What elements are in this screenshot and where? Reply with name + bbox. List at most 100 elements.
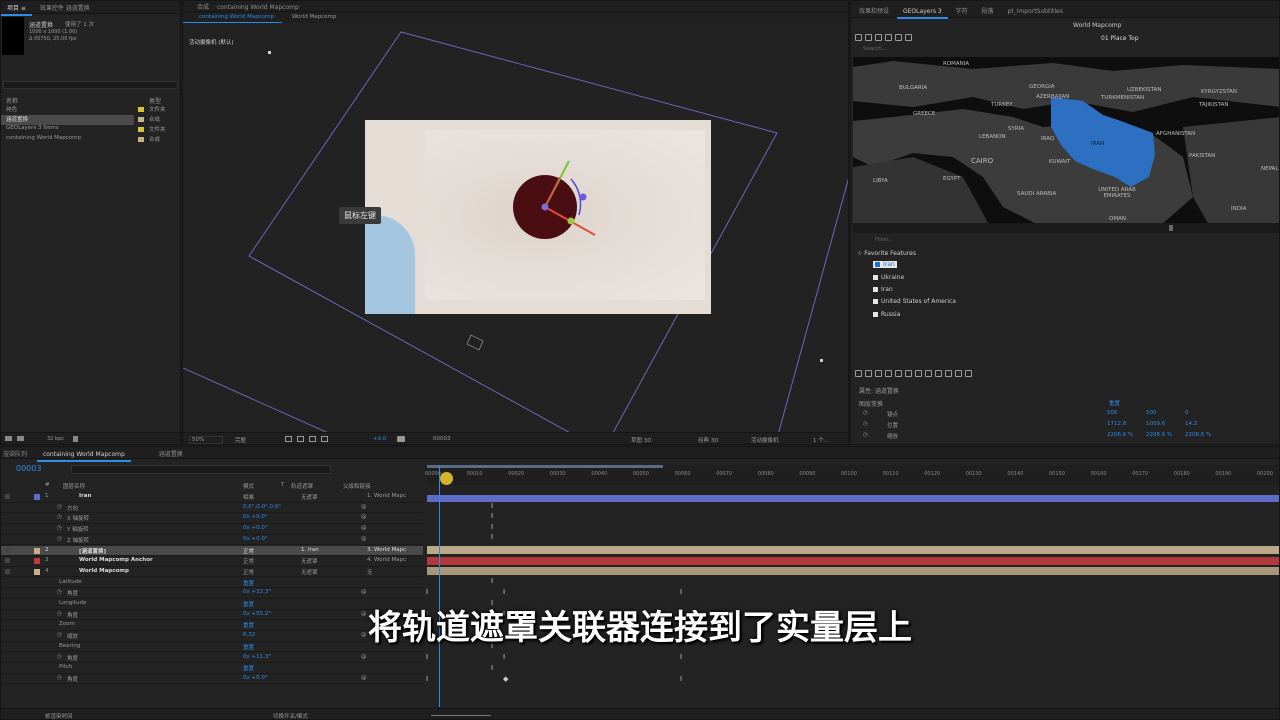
track-matte-select[interactable]: 无遮罩 <box>301 568 318 576</box>
group-label[interactable]: Pitch <box>59 664 72 670</box>
stopwatch-icon[interactable]: ◷ <box>57 525 62 531</box>
checkbox[interactable] <box>873 312 878 317</box>
quality-select[interactable]: 完整 <box>233 436 273 444</box>
eye-icon[interactable] <box>5 547 10 553</box>
target-icon[interactable] <box>945 370 952 377</box>
folder-icon[interactable] <box>5 436 12 441</box>
keyframe[interactable]: I <box>680 588 682 596</box>
prop-value[interactable]: 500 <box>1146 410 1157 416</box>
tab-effect-controls[interactable]: 效果控件 涵道置换 <box>34 1 96 14</box>
layer-name[interactable]: World Mapcomp Anchor <box>79 557 153 563</box>
layers-icon[interactable] <box>935 370 942 377</box>
composition-icon[interactable] <box>17 436 24 441</box>
mode-select[interactable]: 正常 <box>243 568 254 576</box>
property-row[interactable]: ◷ 角度 0x +0.0° @ <box>1 674 423 685</box>
layer-bar[interactable] <box>427 567 1279 575</box>
expression-icon[interactable]: @ <box>361 589 367 595</box>
favorite-item[interactable]: Ukraine <box>873 274 904 281</box>
exposure-value[interactable]: +0.0 <box>373 436 386 442</box>
layer-bar[interactable] <box>427 495 1279 502</box>
expression-icon[interactable]: @ <box>361 675 367 681</box>
keyframe[interactable]: I <box>491 533 493 541</box>
stopwatch-icon[interactable]: ◷ <box>57 504 62 510</box>
property-value[interactable]: 0x +0.0° <box>243 514 268 520</box>
props-reset[interactable]: 重置 <box>1109 399 1120 407</box>
prop-value[interactable]: 2206.6 % <box>1146 432 1172 438</box>
property-value[interactable]: 0.0°,0.0°,0.0° <box>243 504 281 510</box>
label-swatch[interactable] <box>34 558 40 565</box>
layer-bar[interactable] <box>427 557 1279 565</box>
label-swatch[interactable] <box>34 568 40 575</box>
layer-row[interactable]: 3 World Mapcomp Anchor 正常 无遮罩 4. World Mapc <box>1 556 423 567</box>
grid-icon[interactable] <box>285 436 292 442</box>
property-row[interactable]: ◷ Z 轴旋转 0x +0.0° @ <box>1 535 423 546</box>
stopwatch-icon[interactable]: ◷ <box>57 589 62 595</box>
views-select[interactable]: 1 个... <box>813 436 829 444</box>
keyframe[interactable]: I <box>491 512 493 520</box>
keyframe[interactable]: I <box>491 502 493 510</box>
property-value[interactable]: 0x +32.3° <box>243 589 271 595</box>
track-matte-select[interactable]: 无遮罩 <box>301 557 318 565</box>
reset-link[interactable]: 重置 <box>243 579 254 587</box>
parent-select[interactable]: 无 <box>367 568 373 576</box>
shape-icon[interactable] <box>875 370 882 377</box>
prop-value[interactable]: 0 <box>1185 410 1189 416</box>
bpc-label[interactable]: 32 bpc <box>47 436 64 442</box>
project-search-input[interactable] <box>3 81 178 89</box>
keyframe[interactable]: I <box>491 523 493 531</box>
tab-world-mapcomp[interactable]: World Mapcomp <box>284 12 344 22</box>
prop-value[interactable]: 2206.6 % <box>1107 432 1133 438</box>
stopwatch-icon[interactable]: ◷ <box>863 410 868 416</box>
layer-row[interactable]: 1 Iran 相乘 无遮罩 1. World Mapc <box>1 492 423 503</box>
group-label[interactable]: Latitude <box>59 579 82 585</box>
keyframe[interactable]: I <box>680 675 682 683</box>
zoom-slider[interactable] <box>431 715 491 716</box>
frame-icon[interactable] <box>855 370 862 377</box>
layer-row[interactable]: 2 [涵道置换] 正常 1. Iran 3. World Mapc <box>1 545 423 556</box>
comp-title-active[interactable]: containing World Mapcomp <box>215 3 301 12</box>
eye-icon[interactable] <box>5 568 10 574</box>
eye-icon[interactable] <box>5 558 10 564</box>
property-row[interactable]: ◷ Y 轴旋转 0x +0.0° @ <box>1 524 423 535</box>
label-swatch[interactable] <box>34 494 40 500</box>
comp-timecode[interactable]: 00003 <box>433 436 451 442</box>
map-nav-bar[interactable] <box>853 223 1279 233</box>
keyframe[interactable]: I <box>426 675 428 683</box>
stopwatch-icon[interactable]: ◷ <box>57 514 62 520</box>
toggle-switches-modes[interactable]: 切换开关/模式 <box>273 712 308 719</box>
link-icon[interactable] <box>885 370 892 377</box>
stopwatch-icon[interactable]: ◷ <box>57 675 62 681</box>
playhead-cursor[interactable] <box>440 472 453 485</box>
prop-value[interactable]: 1059.6 <box>1146 421 1165 427</box>
fit-icon[interactable] <box>925 370 932 377</box>
prop-value[interactable]: 500 <box>1107 410 1118 416</box>
track-matte-select[interactable]: 1. Iran <box>301 547 319 553</box>
project-item[interactable]: containing World Mapcomp 合成 <box>1 135 180 145</box>
project-col-name[interactable]: 名称 <box>6 96 18 105</box>
property-row[interactable]: ◷ 方向 0.0°,0.0°,0.0° @ <box>1 503 423 514</box>
label-swatch[interactable] <box>34 547 40 554</box>
stopwatch-icon[interactable]: ◷ <box>863 432 868 438</box>
keyframe[interactable]: I <box>491 664 493 672</box>
tab-containing-world-mapcomp[interactable]: containing World Mapcomp <box>183 12 283 23</box>
property-value[interactable]: 0x +11.3° <box>243 654 271 660</box>
mask-icon[interactable] <box>297 436 304 442</box>
favorite-item[interactable]: Iran <box>873 261 897 268</box>
favorite-item[interactable]: Iran <box>873 286 893 293</box>
project-item[interactable]: GEOLayers 3 Items 文件夹 <box>1 125 180 135</box>
property-group[interactable]: Pitch 重置 <box>1 663 423 674</box>
mode-select[interactable]: 正常 <box>243 547 254 555</box>
view-select[interactable]: 经典 3D <box>698 436 718 444</box>
checkbox[interactable] <box>873 275 878 280</box>
keyframe[interactable]: I <box>426 653 428 661</box>
expression-icon[interactable]: @ <box>361 514 367 520</box>
trash-icon[interactable] <box>73 436 78 442</box>
favorite-item[interactable]: Russia <box>873 311 900 318</box>
stopwatch-icon[interactable]: ◷ <box>57 654 62 660</box>
layer-row[interactable]: 4 World Mapcomp 正常 无遮罩 无 <box>1 567 423 578</box>
checkbox[interactable] <box>873 287 878 292</box>
transparency-icon[interactable] <box>321 436 328 442</box>
favorite-item[interactable]: United States of America <box>873 298 956 305</box>
project-col-type[interactable]: 类型 <box>149 96 161 105</box>
search-icon[interactable] <box>915 370 922 377</box>
